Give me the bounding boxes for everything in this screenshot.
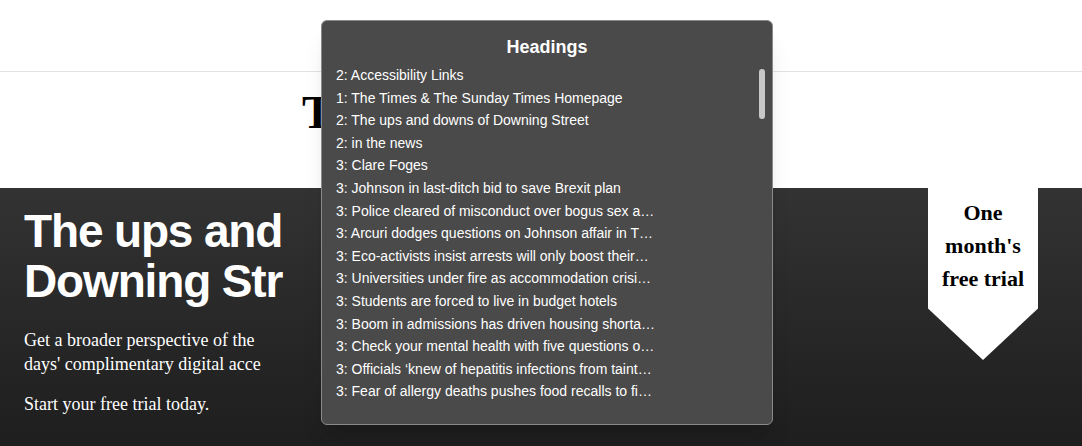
scrollbar-thumb[interactable] bbox=[759, 69, 765, 119]
heading-item[interactable]: 3: Check your mental health with five qu… bbox=[336, 335, 748, 358]
headings-panel[interactable]: Headings2: Accessibility Links1: The Tim… bbox=[321, 20, 773, 425]
heading-item[interactable]: 3: Arcuri dodges questions on Johnson af… bbox=[336, 222, 748, 245]
heading-item[interactable]: 2: Accessibility Links bbox=[336, 64, 748, 87]
heading-item[interactable]: 3: Boom in admissions has driven housing… bbox=[336, 313, 748, 336]
heading-item[interactable]: 2: The ups and downs of Downing Street bbox=[336, 109, 748, 132]
panel-title: Headings bbox=[322, 21, 772, 59]
heading-item[interactable]: 2: in the news bbox=[336, 132, 748, 155]
heading-item[interactable]: 3: Fear of allergy deaths pushes food re… bbox=[336, 380, 748, 403]
heading-item[interactable]: 3: Universities under fire as accommodat… bbox=[336, 267, 748, 290]
headings-list: 2: Accessibility Links1: The Times & The… bbox=[322, 59, 772, 403]
heading-item[interactable]: 1: The Times & The Sunday Times Homepage bbox=[336, 87, 748, 110]
heading-item[interactable]: 3: Students are forced to live in budget… bbox=[336, 290, 748, 313]
heading-item[interactable]: 3: Police cleared of misconduct over bog… bbox=[336, 200, 748, 223]
heading-item[interactable]: 3: Officials ‘knew of hepatitis infectio… bbox=[336, 358, 748, 381]
free-trial-ribbon[interactable]: One month's free trial bbox=[928, 188, 1038, 360]
heading-item[interactable]: 3: Johnson in last-ditch bid to save Bre… bbox=[336, 177, 748, 200]
page: TThe ups andDowning StrGet a broader per… bbox=[0, 0, 1082, 446]
heading-item[interactable]: 3: Clare Foges bbox=[336, 154, 748, 177]
heading-item[interactable]: 3: Eco-activists insist arrests will onl… bbox=[336, 245, 748, 268]
